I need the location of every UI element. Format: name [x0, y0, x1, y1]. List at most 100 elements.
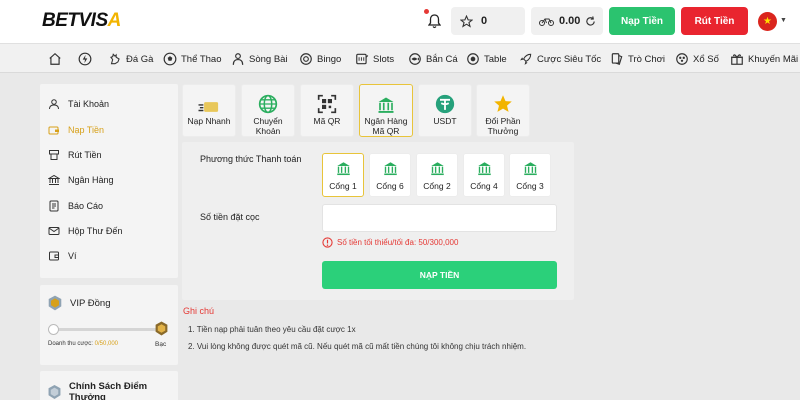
nav-item-cuoc-sieu-toc[interactable]: Cược Siêu Tốc [519, 50, 601, 68]
nav-item-song-bai[interactable]: Sòng Bài [231, 50, 288, 68]
bank-icon [430, 162, 444, 176]
mail-icon [48, 227, 60, 235]
sidebar-item-hop-thu-den[interactable]: Hộp Thư Đến [48, 222, 122, 240]
next-level-badge-icon [155, 321, 168, 336]
sidebar-item-tai-khoan[interactable]: Tài Khoản [48, 95, 109, 113]
vip-revenue: Doanh thu cược: 0/50,000 [48, 341, 119, 347]
nav-item-the-thao[interactable]: Thể Thao [163, 50, 222, 68]
sidebar-item-vi[interactable]: Ví [48, 247, 77, 265]
reward-points-value: 0 [481, 15, 488, 27]
notification-dot [424, 9, 429, 14]
slots-icon [356, 53, 369, 65]
bank-icon [383, 162, 397, 176]
vietnam-flag-icon[interactable]: ★ [758, 12, 777, 31]
nav-item-home[interactable] [48, 50, 62, 68]
nav-item-ban-ca[interactable]: Bắn Cá [408, 50, 458, 68]
sidebar-item-rut-tien[interactable]: Rút Tiền [48, 146, 102, 164]
vip-level: VIP Đồng [48, 295, 111, 311]
method-tab-doi-phan-thuong[interactable]: Đổi Phần Thưởng [476, 84, 530, 137]
gate-2-button[interactable]: Cổng 2 [416, 153, 458, 197]
rocket-icon [520, 53, 532, 65]
reward-policy-card[interactable]: Chính Sách Điểm Thưởng [40, 371, 178, 400]
gate-6-button[interactable]: Cổng 6 [369, 153, 411, 197]
withdraw-button[interactable]: Rút Tiền [681, 7, 748, 35]
refresh-icon[interactable] [585, 15, 596, 27]
sidebar-item-bao-cao[interactable]: Báo Cáo [48, 197, 103, 215]
gate-4-button[interactable]: Cổng 4 [463, 153, 505, 197]
vip-badge-icon [48, 295, 62, 311]
nav-item-slots[interactable]: Slots [355, 50, 394, 68]
globe-icon [258, 94, 278, 114]
reward-points[interactable]: 0 [451, 7, 525, 35]
note-line-1: 1. Tiền nạp phải tuân theo yêu cầu đặt c… [188, 325, 356, 334]
dealer-icon [232, 53, 244, 65]
bank-qr-icon [378, 97, 394, 113]
account-sidebar: Tài Khoản Nạp Tiền Rút Tiền Ngân Hàng Bá… [40, 84, 178, 278]
chevron-down-icon[interactable]: ▼ [780, 17, 787, 24]
star-icon [494, 95, 512, 112]
balance-display[interactable]: 0.00 [531, 7, 603, 35]
policy-badge-icon [48, 384, 61, 400]
bank-icon [477, 162, 491, 176]
wallet-icon [48, 126, 59, 135]
lightning-icon [78, 52, 92, 66]
soccer-ball-icon [163, 52, 177, 66]
submit-deposit-button[interactable]: NẠP TIỀN [322, 261, 557, 289]
deposit-amount-label: Số tiền đặt cọc [200, 212, 260, 222]
method-tab-ma-qr[interactable]: Mã QR [300, 84, 354, 137]
cards-icon [611, 53, 623, 65]
method-tab-ngan-hang-ma-qr[interactable]: Ngân Hàng Mã QR [359, 84, 413, 137]
sidebar-item-ngan-hang[interactable]: Ngân Hàng [48, 171, 114, 189]
main-nav: Đá Gà Thể Thao Sòng Bài Bingo Slots Bắn … [0, 43, 800, 73]
rooster-icon [110, 53, 120, 65]
method-tab-nap-nhanh[interactable]: Nạp Nhanh [182, 84, 236, 137]
nav-item-tro-choi[interactable]: Trò Chơi [610, 50, 665, 68]
policy-title: Chính Sách Điểm Thưởng [68, 381, 148, 400]
star-outline-icon [460, 14, 473, 28]
vip-progress-card: VIP Đồng Doanh thu cược: 0/50,000 Bạc [40, 285, 178, 365]
bike-icon [539, 18, 554, 26]
vip-level-label: VIP Đồng [70, 297, 111, 309]
next-level-label: Bạc [155, 341, 167, 348]
note-line-2: 2. Vui lòng không được quét mã cũ. Nếu q… [188, 342, 527, 351]
nav-item-xo-so[interactable]: Xổ Số [675, 50, 719, 68]
payment-method-label: Phương thức Thanh toán [200, 154, 302, 164]
user-icon [49, 99, 59, 110]
method-tab-usdt[interactable]: USDT [418, 84, 472, 137]
home-icon [49, 52, 61, 65]
report-icon [49, 200, 59, 212]
lottery-icon [676, 53, 688, 65]
gate-1-button[interactable]: Cổng 1 [322, 153, 364, 197]
alert-circle-icon [322, 237, 333, 248]
method-tab-chuyen-khoan[interactable]: Chuyển Khoản [241, 84, 295, 137]
bank-icon [523, 162, 537, 176]
nav-item-bingo[interactable]: Bingo [299, 50, 341, 68]
vip-progress-start [48, 324, 59, 335]
wallet-outline-icon [49, 251, 59, 261]
nav-item-table[interactable]: Table [466, 50, 507, 68]
balance-value: 0.00 [559, 15, 581, 27]
bank-icon [336, 162, 350, 176]
table-icon [467, 53, 479, 65]
deposit-button[interactable]: Nạp Tiền [609, 7, 675, 35]
vip-progress-bar [49, 328, 161, 331]
gate-3-button[interactable]: Cổng 3 [509, 153, 551, 197]
deposit-limit-note: Số tiền tối thiểu/tối đa: 50/300,000 [322, 237, 458, 248]
betvisa-logo[interactable]: BETVISA [42, 10, 121, 32]
qr-icon [317, 94, 337, 114]
withdraw-icon [49, 150, 59, 160]
bingo-icon [300, 53, 312, 65]
nav-item-khuyen-mai[interactable]: Khuyến Mãi [730, 50, 798, 68]
deposit-form: Phương thức Thanh toán Cổng 1 Cổng 6 Cổn… [182, 142, 574, 300]
nav-item-hot[interactable] [78, 50, 92, 68]
bank-icon [48, 174, 60, 185]
notes-title: Ghi chú [183, 306, 215, 316]
gift-icon [731, 54, 743, 65]
usdt-icon [435, 94, 455, 114]
fast-pay-icon [198, 102, 219, 112]
nav-item-da-ga[interactable]: Đá Gà [108, 50, 153, 68]
fish-icon [409, 53, 421, 65]
sidebar-item-nap-tien[interactable]: Nạp Tiền [48, 121, 104, 139]
deposit-amount-input[interactable] [322, 204, 557, 232]
top-bar: BETVISA 0 0.00 Nạp Tiền Rút Tiền ★ ▼ [0, 0, 800, 43]
